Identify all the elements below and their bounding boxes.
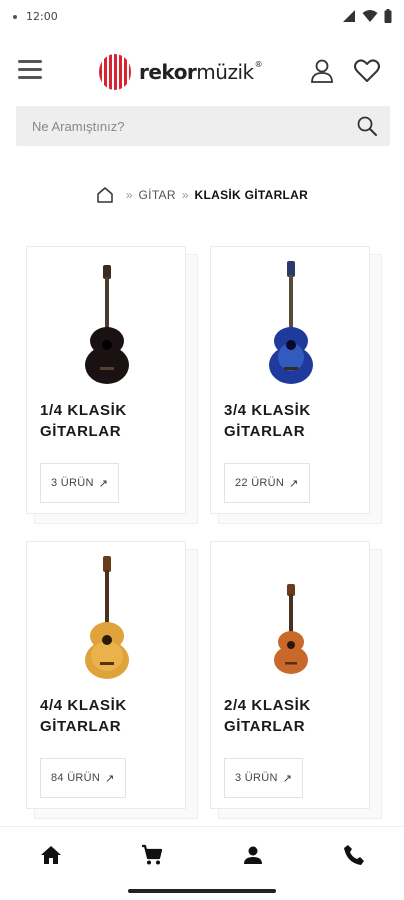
cart-icon[interactable] [140, 843, 164, 867]
product-count-button[interactable]: 3 ÜRÜN ↗ [40, 463, 120, 503]
product-count-button[interactable]: 22 ÜRÜN ↗ [224, 463, 310, 503]
guitar-image [274, 584, 308, 674]
home-icon[interactable] [96, 186, 114, 204]
guitar-image [269, 261, 313, 384]
logo-mark-icon [99, 54, 131, 90]
guitar-image [85, 556, 129, 679]
battery-icon [384, 9, 392, 23]
guitar-image [85, 265, 129, 384]
heart-icon[interactable] [353, 58, 381, 84]
breadcrumb-separator: » [181, 188, 189, 202]
hamburger-menu-icon [18, 60, 42, 63]
menu-button[interactable] [18, 60, 42, 80]
search-icon[interactable] [356, 115, 378, 137]
account-icon[interactable] [241, 843, 265, 867]
category-card: 2/4 KLASİK GİTARLAR 3 ÜRÜN ↗ [210, 541, 382, 821]
breadcrumb-current: KLASİK GİTARLAR [194, 188, 309, 202]
category-card-3-4[interactable]: 3/4 KLASİK GİTARLAR 22 ÜRÜN ↗ [210, 246, 370, 514]
product-count-button[interactable]: 3 ÜRÜN ↗ [224, 758, 304, 798]
category-card-4-4[interactable]: 4/4 KLASİK GİTARLAR 84 ÜRÜN ↗ [26, 541, 186, 809]
category-card: 3/4 KLASİK GİTARLAR 22 ÜRÜN ↗ [210, 246, 382, 526]
bottom-navigation [0, 826, 404, 882]
category-card: 4/4 KLASİK GİTARLAR 84 ÜRÜN ↗ [26, 541, 198, 821]
search-input[interactable] [16, 106, 346, 146]
breadcrumb-separator: » [125, 188, 133, 202]
status-time: 12:00 [26, 10, 58, 23]
brand-name: rekormüzik® [139, 60, 263, 84]
brand-logo[interactable]: rekormüzik® [97, 51, 263, 93]
app-header: rekormüzik® [0, 44, 404, 100]
user-icon[interactable] [309, 58, 335, 84]
gesture-home-indicator[interactable] [128, 889, 276, 893]
cellular-signal-icon [343, 10, 355, 22]
product-count-button[interactable]: 84 ÜRÜN ↗ [40, 758, 126, 798]
arrow-up-right-icon: ↗ [105, 772, 115, 785]
home-icon[interactable] [39, 843, 63, 867]
category-title: 2/4 KLASİK GİTARLAR [224, 697, 311, 735]
arrow-up-right-icon: ↗ [98, 477, 109, 490]
arrow-up-right-icon: ↗ [289, 477, 299, 490]
wifi-icon [362, 10, 378, 22]
search-bar [16, 106, 390, 146]
breadcrumb: » GİTAR » KLASİK GİTARLAR [0, 184, 404, 206]
category-card-2-4[interactable]: 2/4 KLASİK GİTARLAR 3 ÜRÜN ↗ [210, 541, 370, 809]
category-card-1-4[interactable]: 1/4 KLASİK GİTARLAR 3 ÜRÜN ↗ [26, 246, 186, 514]
category-title: 4/4 KLASİK GİTARLAR [40, 697, 127, 735]
phone-icon[interactable] [342, 843, 366, 867]
category-title: 3/4 KLASİK GİTARLAR [224, 402, 311, 440]
notification-dot-icon [13, 15, 17, 19]
breadcrumb-gitar[interactable]: GİTAR [139, 188, 176, 202]
category-card: 1/4 KLASİK GİTARLAR 3 ÜRÜN ↗ [26, 246, 198, 526]
arrow-up-right-icon: ↗ [282, 772, 293, 785]
status-bar: 12:00 [0, 0, 404, 34]
category-title: 1/4 KLASİK GİTARLAR [40, 402, 127, 440]
status-icons [342, 9, 392, 23]
